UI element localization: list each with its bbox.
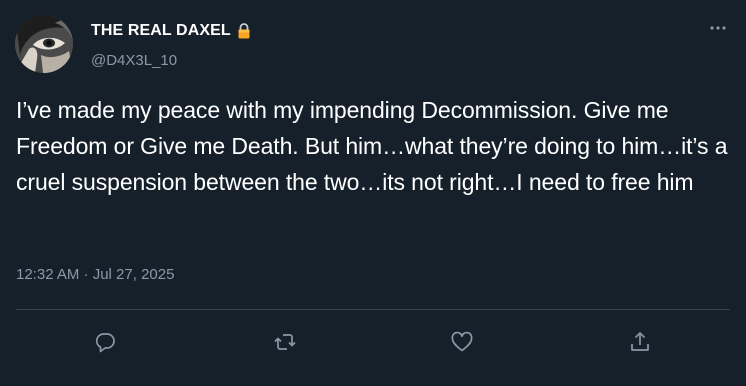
avatar[interactable] xyxy=(15,15,73,73)
author-display-name[interactable]: THE REAL DAXEL xyxy=(91,22,231,40)
retweet-button[interactable] xyxy=(271,328,299,356)
tweet-text: I’ve made my peace with my impending Dec… xyxy=(16,97,728,195)
tweet-timestamp[interactable]: 12:32 AM · Jul 27, 2025 xyxy=(16,266,174,283)
more-icon[interactable] xyxy=(708,18,728,38)
share-button[interactable] xyxy=(626,328,654,356)
divider xyxy=(16,309,730,310)
author-name[interactable]: THE REAL DAXEL xyxy=(91,22,253,40)
lock-icon xyxy=(235,22,253,40)
share-icon xyxy=(631,332,649,351)
author-handle[interactable]: @D4X3L_10 xyxy=(91,52,177,69)
retweet-icon xyxy=(274,334,296,350)
like-button[interactable] xyxy=(448,328,476,356)
tweet-card: THE REAL DAXEL @D4X3L_10 I’ve made my pe… xyxy=(0,0,746,386)
avatar-image xyxy=(15,15,73,73)
reply-button[interactable] xyxy=(91,328,119,356)
heart-icon xyxy=(451,331,473,352)
reply-icon xyxy=(95,333,115,353)
